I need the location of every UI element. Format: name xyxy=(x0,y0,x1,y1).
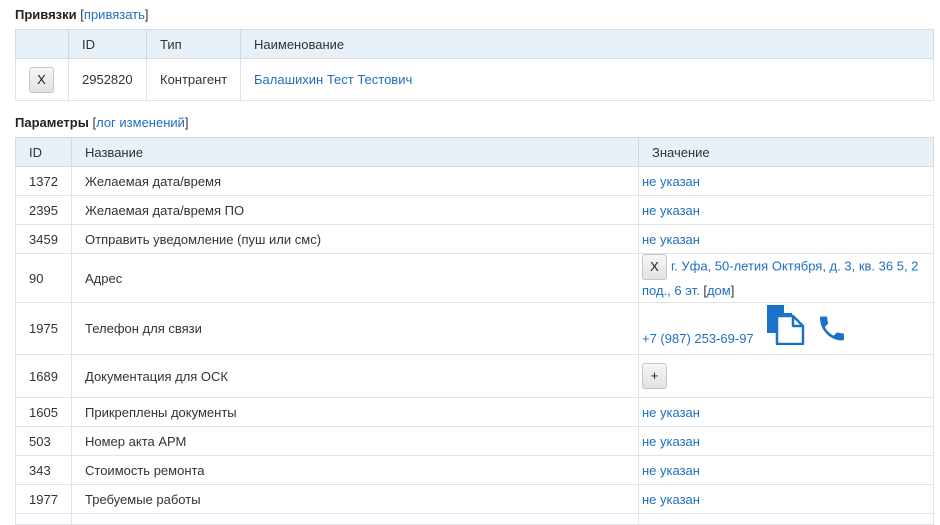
links-header-name: Наименование xyxy=(240,29,934,59)
param-name: Отправить уведомление (пуш или смс) xyxy=(71,224,639,254)
links-header-type: Тип xyxy=(146,29,241,59)
param-id: 2395 xyxy=(15,195,72,225)
params-table: ID Название Значение 1372 Желаемая дата/… xyxy=(15,137,934,525)
table-row: 1372 Желаемая дата/время не указан xyxy=(15,166,934,196)
params-section-title: Параметры [лог изменений] xyxy=(15,115,189,130)
links-header-row: ID Тип Наименование xyxy=(15,29,934,59)
params-header-name: Название xyxy=(71,137,639,167)
param-id: 1975 xyxy=(15,302,72,355)
address-value: Xг. Уфа, 50-летия Октября, д. 3, кв. 36 … xyxy=(642,254,930,302)
table-row: 1605 Прикреплены документы не указан xyxy=(15,397,934,427)
links-cell-id: 2952820 xyxy=(68,58,147,101)
address-link[interactable]: г. Уфа, 50-летия Октября, д. 3, кв. 36 5… xyxy=(642,258,918,298)
param-id: 1689 xyxy=(15,354,72,398)
param-id: 90 xyxy=(15,253,72,303)
params-header-row: ID Название Значение xyxy=(15,137,934,167)
param-name: Желаемая дата/время xyxy=(71,166,639,196)
links-section-title: Привязки [привязать] xyxy=(15,7,149,22)
links-header-id: ID xyxy=(68,29,147,59)
param-name: Стоимость ремонта xyxy=(71,455,639,485)
links-header-action xyxy=(15,29,69,59)
param-id: 1605 xyxy=(15,397,72,427)
param-value-link[interactable]: не указан xyxy=(642,492,700,507)
phone-icon[interactable] xyxy=(816,312,848,348)
param-value-link[interactable]: не указан xyxy=(642,405,700,420)
links-cell-type: Контрагент xyxy=(146,58,241,101)
links-table: ID Тип Наименование X 2952820 Контрагент… xyxy=(15,29,934,101)
param-name: Документация для ОСК xyxy=(71,354,639,398)
unlink-button[interactable]: X xyxy=(29,66,54,93)
param-name: Адрес xyxy=(71,253,639,303)
change-log-link[interactable]: лог изменений xyxy=(96,115,185,130)
table-row: 2395 Желаемая дата/время ПО не указан xyxy=(15,195,934,225)
table-row: 1689 Документация для ОСК + xyxy=(15,354,934,398)
params-header-id: ID xyxy=(15,137,72,167)
bind-link[interactable]: привязать xyxy=(84,7,145,22)
param-value-link[interactable]: не указан xyxy=(642,232,700,247)
table-row: 1975 Телефон для связи +7 (987) 253-69-9… xyxy=(15,302,934,355)
param-id: 3459 xyxy=(15,224,72,254)
param-name: Прикреплены документы xyxy=(71,397,639,427)
table-row xyxy=(15,513,934,525)
param-name: Номер акта АРМ xyxy=(71,426,639,456)
copy-document-icon[interactable] xyxy=(765,304,805,348)
table-row: 343 Стоимость ремонта не указан xyxy=(15,455,934,485)
param-value-link[interactable]: не указан xyxy=(642,203,700,218)
param-id: 1372 xyxy=(15,166,72,196)
counterparty-link[interactable]: Балашихин Тест Тестович xyxy=(254,72,412,87)
param-name: Телефон для связи xyxy=(71,302,639,355)
phone-link[interactable]: +7 (987) 253-69-97 xyxy=(642,331,754,346)
param-value-link[interactable]: не указан xyxy=(642,463,700,478)
param-id: 1977 xyxy=(15,484,72,514)
param-value-link[interactable]: не указан xyxy=(642,434,700,449)
phone-value: +7 (987) 253-69-97 xyxy=(642,303,930,354)
links-title: Привязки xyxy=(15,7,77,22)
param-id: 343 xyxy=(15,455,72,485)
table-row: 3459 Отправить уведомление (пуш или смс)… xyxy=(15,224,934,254)
links-row: X 2952820 Контрагент Балашихин Тест Тест… xyxy=(15,58,934,101)
params-title: Параметры xyxy=(15,115,89,130)
house-link[interactable]: дом xyxy=(707,283,731,298)
param-name: Требуемые работы xyxy=(71,484,639,514)
param-id: 503 xyxy=(15,426,72,456)
clear-address-button[interactable]: X xyxy=(642,254,667,280)
param-value-link[interactable]: не указан xyxy=(642,174,700,189)
params-header-value: Значение xyxy=(638,137,934,167)
param-name: Желаемая дата/время ПО xyxy=(71,195,639,225)
table-row: 503 Номер акта АРМ не указан xyxy=(15,426,934,456)
table-row: 90 Адрес Xг. Уфа, 50-летия Октября, д. 3… xyxy=(15,253,934,303)
table-row: 1977 Требуемые работы не указан xyxy=(15,484,934,514)
add-document-button[interactable]: + xyxy=(642,363,667,389)
